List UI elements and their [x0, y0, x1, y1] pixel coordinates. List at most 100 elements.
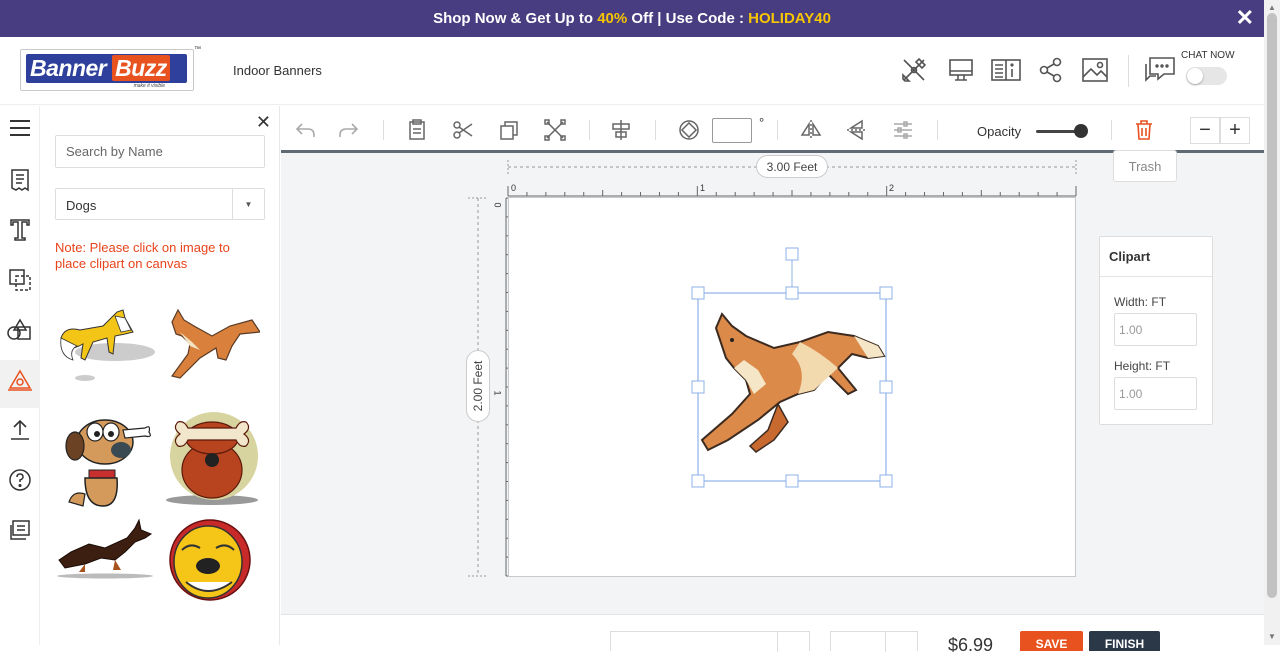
- ruler-y-label-1: 1: [492, 390, 503, 396]
- clipart-running-fox[interactable]: [160, 302, 262, 392]
- quantity-select[interactable]: [610, 631, 810, 652]
- undo-icon[interactable]: [293, 118, 317, 142]
- zoom-out-button[interactable]: −: [1190, 117, 1220, 144]
- clipart-properties-panel: Clipart Width: FT Height: FT: [1099, 236, 1213, 425]
- resize-handle-r[interactable]: [879, 380, 893, 394]
- rotate-handle[interactable]: [785, 247, 799, 261]
- ruler-y-label-0: 0: [492, 202, 503, 208]
- resize-handle-t[interactable]: [785, 286, 799, 300]
- degree-symbol: °: [759, 115, 765, 130]
- product-info-icon[interactable]: [990, 55, 1021, 85]
- width-input[interactable]: [1114, 313, 1197, 346]
- product-title: Indoor Banners: [233, 63, 322, 78]
- zoom-in-button[interactable]: +: [1220, 117, 1250, 144]
- resize-handle-tl[interactable]: [691, 286, 705, 300]
- tool-rail: [0, 106, 40, 645]
- properties-title: Clipart: [1100, 237, 1212, 277]
- opacity-label: Opacity: [977, 124, 1022, 139]
- clipart-cartoon-dog[interactable]: [55, 410, 155, 507]
- ruler-x-label-0: 0: [511, 183, 517, 193]
- align-center-icon[interactable]: [609, 118, 633, 142]
- upload-icon[interactable]: [5, 415, 35, 445]
- text-tool-icon[interactable]: [5, 215, 35, 245]
- promo-bar: Shop Now & Get Up to 40% Off | Use Code …: [0, 0, 1264, 37]
- resize-handle-l[interactable]: [691, 380, 705, 394]
- ruler-x-label-1: 1: [700, 183, 706, 193]
- finish-button[interactable]: FINISH: [1089, 631, 1160, 651]
- header-divider: [1128, 55, 1129, 87]
- logo-word-banner: Banner: [30, 55, 107, 81]
- page-scrollbar[interactable]: ▲ ▼: [1264, 0, 1280, 645]
- design-tools-icon[interactable]: [899, 55, 929, 85]
- clipart-fox[interactable]: [55, 302, 155, 392]
- desktop-preview-icon[interactable]: [946, 55, 976, 85]
- scrollbar-thumb[interactable]: [1267, 13, 1277, 598]
- image-preview-icon[interactable]: [1080, 55, 1110, 85]
- trash-icon[interactable]: [1132, 118, 1156, 142]
- promo-code: HOLIDAY40: [748, 10, 831, 27]
- promo-discount: 40%: [597, 10, 628, 27]
- canvas-width-label: 3.00 Feet: [756, 155, 828, 178]
- clipart-panel: ✕ Dogs ▼ Note: Please click on image to …: [40, 106, 280, 645]
- logo-tagline: make it visible: [133, 83, 165, 89]
- opacity-slider[interactable]: [1036, 124, 1088, 138]
- height-input[interactable]: [1114, 377, 1197, 410]
- brand-logo[interactable]: Banner Buzz make it visible ™: [20, 46, 201, 91]
- promo-prefix: Shop Now & Get Up to: [433, 10, 598, 27]
- clipart-note: Note: Please click on image to place cli…: [55, 240, 230, 271]
- selected-clipart[interactable]: [688, 244, 898, 492]
- save-button[interactable]: SAVE: [1020, 631, 1083, 651]
- price-display: $6.99: [948, 635, 994, 655]
- redo-icon[interactable]: [337, 118, 361, 142]
- opacity-slider-handle[interactable]: [1074, 124, 1088, 138]
- chat-toggle[interactable]: [1186, 67, 1227, 85]
- width-label-text: Width:: [1114, 295, 1149, 309]
- help-icon[interactable]: [5, 465, 35, 495]
- resize-handle-tr[interactable]: [879, 286, 893, 300]
- copy-icon[interactable]: [497, 118, 521, 142]
- resize-handle-b[interactable]: [785, 474, 799, 488]
- cut-icon[interactable]: [451, 118, 475, 142]
- clipart-doberman[interactable]: [55, 516, 155, 606]
- toolbar-divider: [383, 120, 384, 140]
- shapes-tool-icon[interactable]: [5, 265, 35, 295]
- clipart-category-select[interactable]: Dogs ▼: [55, 188, 265, 220]
- rotation-input[interactable]: [712, 118, 752, 143]
- clipart-tool-icon[interactable]: [5, 365, 35, 395]
- promo-close-icon[interactable]: ✕: [1236, 7, 1254, 29]
- resize-handle-bl[interactable]: [691, 474, 705, 488]
- flip-vertical-icon[interactable]: [845, 118, 869, 142]
- height-label-text: Height:: [1114, 359, 1153, 373]
- chat-icon[interactable]: [1143, 55, 1177, 85]
- chevron-down-icon: ▼: [232, 189, 264, 219]
- clipart-dog-with-bone[interactable]: [160, 410, 260, 505]
- clipart-search-input[interactable]: [55, 135, 265, 168]
- canvas-height-text: 2.00 Feet: [471, 360, 485, 412]
- share-icon[interactable]: [1036, 55, 1066, 85]
- adjust-settings-icon[interactable]: [891, 118, 915, 142]
- paste-icon[interactable]: [405, 118, 429, 142]
- site-header: Banner Buzz make it visible ™ Indoor Ban…: [0, 37, 1264, 105]
- clipart-bulldog[interactable]: [160, 516, 260, 606]
- logo-word-buzz: Buzz: [112, 55, 170, 81]
- width-label: Width: FT: [1114, 295, 1166, 309]
- height-label: Height: FT: [1114, 359, 1170, 373]
- rotate-icon[interactable]: [677, 118, 701, 142]
- flip-horizontal-icon[interactable]: [799, 118, 823, 142]
- resize-handle-br[interactable]: [879, 474, 893, 488]
- ruler-x-label-2: 2: [889, 183, 895, 193]
- scroll-down-icon[interactable]: ▼: [1268, 632, 1276, 641]
- size-select[interactable]: [830, 631, 918, 652]
- delete-element-icon[interactable]: [543, 118, 567, 142]
- toggle-knob: [1187, 68, 1203, 84]
- menu-icon[interactable]: [5, 113, 35, 143]
- toolbar-divider: [1111, 120, 1112, 140]
- panel-close-icon[interactable]: ✕: [256, 112, 271, 133]
- chevron-down-icon: [777, 632, 809, 652]
- elements-tool-icon[interactable]: [5, 315, 35, 345]
- width-unit: FT: [1151, 295, 1167, 309]
- logo-wordmark: Banner Buzz: [26, 54, 187, 83]
- layers-icon[interactable]: [5, 515, 35, 545]
- scroll-up-icon[interactable]: ▲: [1268, 3, 1276, 12]
- templates-icon[interactable]: [5, 165, 35, 195]
